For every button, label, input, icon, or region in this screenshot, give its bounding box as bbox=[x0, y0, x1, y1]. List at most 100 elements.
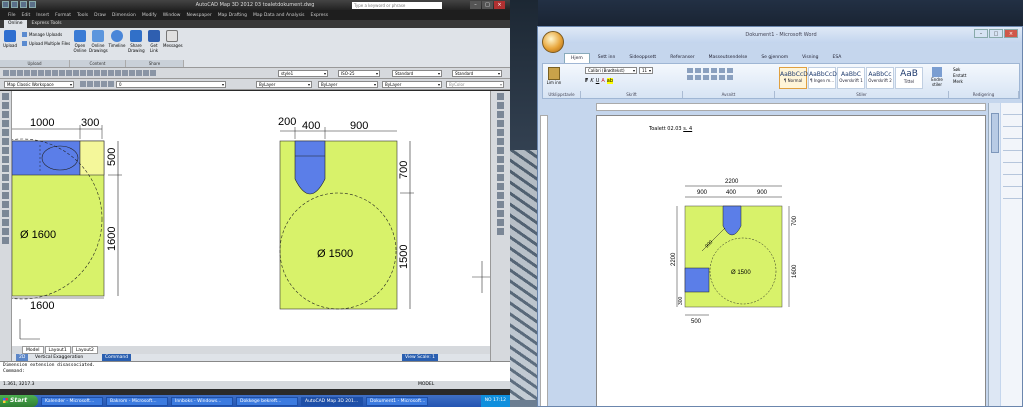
break-tool-icon[interactable] bbox=[497, 192, 504, 199]
point-tool-icon[interactable] bbox=[2, 192, 9, 199]
get-link-button[interactable]: Get Link bbox=[146, 30, 162, 53]
model-space-indicator[interactable]: MODEL bbox=[418, 381, 434, 389]
tab-online[interactable]: Online bbox=[4, 20, 27, 28]
style-heading1[interactable]: AaBbC Overskrift 1 bbox=[837, 67, 865, 89]
taskbar-item-autocad[interactable]: AutoCAD Map 3D 201... bbox=[301, 396, 363, 406]
stretch-tool-icon[interactable] bbox=[497, 165, 504, 172]
undo-icon[interactable] bbox=[29, 1, 36, 8]
word-close-button[interactable]: × bbox=[1004, 29, 1018, 38]
minimize-button[interactable]: – bbox=[470, 1, 481, 9]
decrease-indent-icon[interactable] bbox=[711, 68, 717, 73]
font-dropdown[interactable]: Calibri (Brødtekst) bbox=[585, 67, 637, 74]
linetype-dropdown[interactable]: ByLayer bbox=[318, 81, 378, 88]
menu-format[interactable]: Format bbox=[55, 13, 71, 18]
tool-plot-icon[interactable] bbox=[24, 70, 30, 76]
tool-preview-icon[interactable] bbox=[31, 70, 37, 76]
tab-sett-inn[interactable]: Sett inn bbox=[592, 53, 622, 63]
style-no-spacing[interactable]: AaBbCcDc ¶ Ingen m... bbox=[808, 67, 840, 89]
tool-zoom-window-icon[interactable] bbox=[94, 70, 100, 76]
justify-icon[interactable] bbox=[711, 75, 717, 80]
layer-lock-icon[interactable] bbox=[108, 81, 114, 87]
text-style-dropdown[interactable]: style1 bbox=[278, 70, 328, 77]
move-tool-icon[interactable] bbox=[497, 138, 504, 145]
status-2d[interactable]: 2D bbox=[16, 354, 29, 361]
menu-express[interactable]: Express bbox=[311, 13, 329, 18]
paste-button[interactable]: Lim inn bbox=[546, 67, 562, 85]
mleader-style-dropdown[interactable]: Standard bbox=[452, 70, 502, 77]
polyline-tool-icon[interactable] bbox=[2, 102, 9, 109]
menu-file[interactable]: File bbox=[8, 13, 16, 18]
extend-tool-icon[interactable] bbox=[497, 183, 504, 190]
search-input[interactable]: Type a keyword or phrase bbox=[352, 2, 442, 9]
highlight-icon[interactable]: ab bbox=[606, 78, 614, 84]
menu-map-drafting[interactable]: Map Drafting bbox=[218, 13, 247, 18]
tool-zoom-prev-icon[interactable] bbox=[101, 70, 107, 76]
align-right-icon[interactable] bbox=[703, 75, 709, 80]
shading-icon[interactable] bbox=[727, 75, 733, 80]
copy-tool-icon[interactable] bbox=[497, 102, 504, 109]
taskbar-item-bakrom[interactable]: Bakrom - Microsoft... bbox=[106, 396, 168, 406]
table-style-dropdown[interactable]: Standard bbox=[392, 70, 442, 77]
upload-multiple-button[interactable]: Upload Multiple Files bbox=[22, 41, 70, 46]
increase-indent-icon[interactable] bbox=[719, 68, 725, 73]
sort-icon[interactable] bbox=[727, 68, 733, 73]
new-icon[interactable] bbox=[2, 1, 9, 8]
line-spacing-icon[interactable] bbox=[719, 75, 725, 80]
style-normal[interactable]: AaBbCcDc ¶ Normal bbox=[779, 67, 811, 89]
trim-tool-icon[interactable] bbox=[497, 174, 504, 181]
layer-freeze-icon[interactable] bbox=[101, 81, 107, 87]
vertical-ruler[interactable] bbox=[540, 115, 548, 406]
italic-button[interactable]: K bbox=[590, 78, 593, 84]
word-maximize-button[interactable]: □ bbox=[989, 29, 1003, 38]
tool-pan-icon[interactable] bbox=[80, 70, 86, 76]
tool-cut-icon[interactable] bbox=[38, 70, 44, 76]
taskbar-item-dokkege[interactable]: Dokkege bekreft... bbox=[236, 396, 298, 406]
table-tool-icon[interactable] bbox=[2, 228, 9, 235]
menu-dimension[interactable]: Dimension bbox=[112, 13, 136, 18]
font-size-dropdown[interactable]: 11 bbox=[639, 67, 653, 74]
insert-block-icon[interactable] bbox=[2, 174, 9, 181]
tab-se-gjennom[interactable]: Se gjennom bbox=[755, 53, 794, 63]
word-minimize-button[interactable]: – bbox=[974, 29, 988, 38]
erase-tool-icon[interactable] bbox=[497, 93, 504, 100]
tool-open-icon[interactable] bbox=[10, 70, 16, 76]
manage-uploads-button[interactable]: Manage Uploads bbox=[22, 32, 62, 37]
region-tool-icon[interactable] bbox=[2, 219, 9, 226]
tab-hjem[interactable]: Hjem bbox=[564, 53, 590, 63]
bullets-icon[interactable] bbox=[687, 68, 693, 73]
tab-referanser[interactable]: Referanser bbox=[664, 53, 700, 63]
tool-properties-icon[interactable] bbox=[108, 70, 114, 76]
font-color-icon[interactable]: A bbox=[601, 78, 604, 84]
status-command[interactable]: Command bbox=[102, 354, 132, 361]
horizontal-ruler[interactable] bbox=[596, 103, 986, 111]
save-icon[interactable] bbox=[20, 1, 27, 8]
numbering-icon[interactable] bbox=[695, 68, 701, 73]
tool-paste-icon[interactable] bbox=[52, 70, 58, 76]
chamfer-tool-icon[interactable] bbox=[497, 210, 504, 217]
tool-undo-icon[interactable] bbox=[66, 70, 72, 76]
share-drawing-button[interactable]: Share Drawing bbox=[128, 30, 145, 53]
menu-draw[interactable]: Draw bbox=[94, 13, 106, 18]
menu-window[interactable]: Window bbox=[163, 13, 181, 18]
layer-on-icon[interactable] bbox=[94, 81, 100, 87]
taskbar-item-calendar[interactable]: Kalender - Microsoft... bbox=[41, 396, 103, 406]
maximize-button[interactable]: □ bbox=[482, 1, 493, 9]
rotate-tool-icon[interactable] bbox=[497, 147, 504, 154]
taskbar-item-word[interactable]: Dokument1 - Microsoft... bbox=[366, 396, 428, 406]
tool-help-icon[interactable] bbox=[150, 70, 156, 76]
tab-express-tools[interactable]: Express Tools bbox=[28, 20, 66, 28]
messages-button[interactable]: Messages bbox=[163, 30, 183, 48]
view-scale[interactable]: View Scale: 1 bbox=[402, 354, 439, 361]
rectangle-tool-icon[interactable] bbox=[2, 120, 9, 127]
scrollbar-thumb[interactable] bbox=[991, 113, 999, 153]
start-button[interactable]: Start bbox=[0, 395, 38, 407]
timeline-button[interactable]: Timeline bbox=[108, 30, 126, 48]
change-styles-button[interactable]: Endre stiler bbox=[927, 67, 947, 87]
tool-redo-icon[interactable] bbox=[73, 70, 79, 76]
tab-model[interactable]: Model bbox=[22, 346, 44, 354]
status-vertical-exaggeration[interactable]: Vertical Exaggeration bbox=[32, 354, 86, 361]
tab-layout2[interactable]: Layout2 bbox=[71, 346, 98, 354]
system-tray-clock[interactable]: NO 17:12 bbox=[480, 395, 510, 407]
array-tool-icon[interactable] bbox=[497, 129, 504, 136]
command-line[interactable]: Dimension extension disassociated. Comma… bbox=[0, 361, 510, 381]
